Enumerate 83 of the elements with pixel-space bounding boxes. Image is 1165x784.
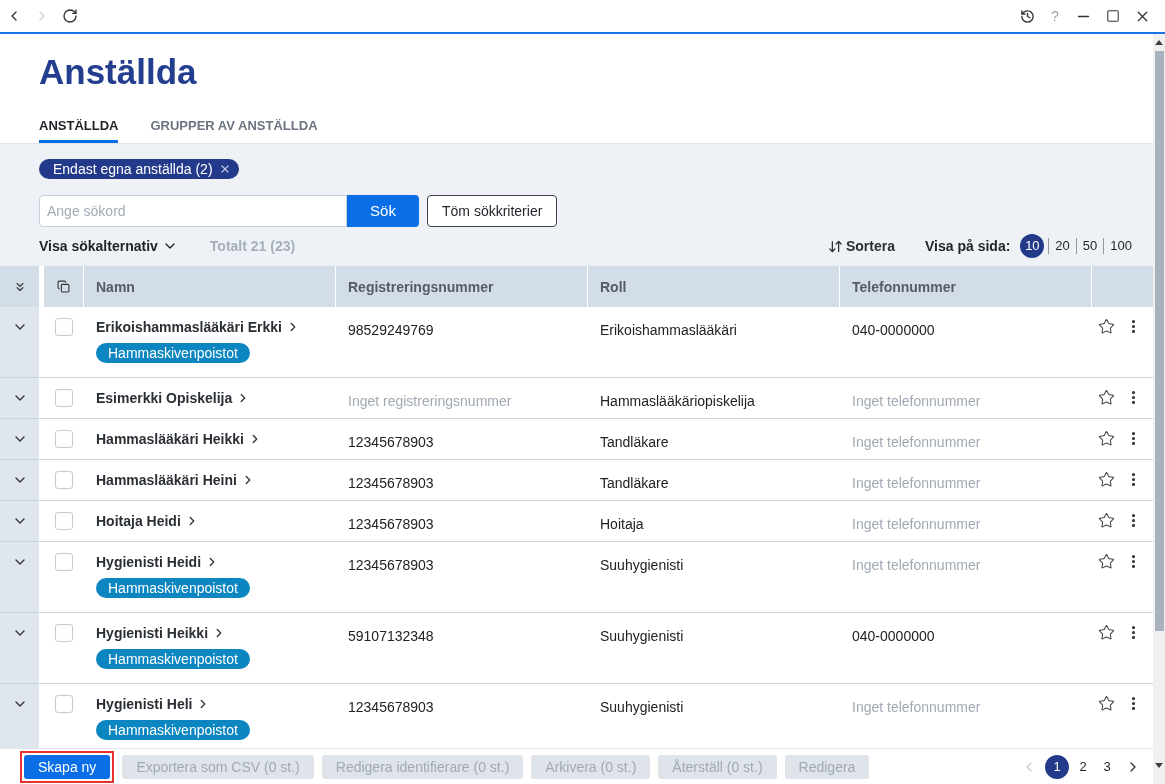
role: Hammaslääkäriopiskelija <box>600 393 755 409</box>
page-size-option[interactable]: 20 <box>1049 234 1076 258</box>
employee-name-link[interactable]: Hygienisti Heidi <box>96 553 202 571</box>
role: Hoitaja <box>600 516 644 532</box>
tag: Hammaskivenpoistot <box>96 578 250 598</box>
page-number[interactable]: 1 <box>1045 754 1069 779</box>
scrollbar-thumb[interactable] <box>1154 51 1164 631</box>
scroll-down-icon[interactable] <box>1155 763 1163 768</box>
checkbox[interactable] <box>54 553 73 571</box>
tag: Hammaskivenpoistot <box>96 649 250 669</box>
checkbox[interactable] <box>54 624 73 642</box>
star-icon[interactable] <box>1098 471 1115 488</box>
employee-name-link[interactable]: Hygienisti Heli <box>96 695 193 713</box>
tag: Hammaskivenpoistot <box>96 343 250 363</box>
checkbox[interactable] <box>54 471 73 489</box>
role: Suuhygienisti <box>600 699 684 715</box>
registration-number: 12345678903 <box>348 699 434 715</box>
column-header: Namn <box>96 277 135 296</box>
role: Suuhygienisti <box>600 557 684 573</box>
role: Suuhygienisti <box>600 628 684 644</box>
registration-number: 12345678903 <box>348 475 434 491</box>
page-size-option[interactable]: 50 <box>1076 234 1104 258</box>
history-icon[interactable] <box>1020 8 1035 24</box>
employee-name-link[interactable]: Esimerkki Opiskelija <box>96 389 233 407</box>
phone-number: Inget telefonnummer <box>852 557 981 573</box>
maximize-icon[interactable] <box>1106 9 1120 23</box>
search-field[interactable]: Ange sökord <box>39 195 347 227</box>
registration-number: 12345678903 <box>348 516 434 532</box>
page-size-label: Visa på sida: <box>925 237 1011 255</box>
page-number[interactable]: 2 <box>1073 754 1093 779</box>
scroll-up-icon[interactable] <box>1155 40 1163 45</box>
scrollbar[interactable] <box>1153 34 1165 784</box>
star-icon[interactable] <box>1098 695 1115 712</box>
phone-number: Inget telefonnummer <box>852 475 981 491</box>
role: Tandläkare <box>600 475 669 491</box>
role: Tandläkare <box>600 434 669 450</box>
tag: Hammaskivenpoistot <box>96 720 250 740</box>
checkbox[interactable] <box>54 512 73 530</box>
copy-icon[interactable] <box>57 280 70 293</box>
reload-icon[interactable] <box>62 8 78 24</box>
clear-criteria-button[interactable]: Töm sökkriterier <box>427 195 558 227</box>
checkbox[interactable] <box>54 430 73 448</box>
star-icon[interactable] <box>1098 512 1115 529</box>
checkbox[interactable] <box>54 695 73 713</box>
column-header: Telefonnummer <box>852 277 956 296</box>
column-header: Roll <box>600 277 627 296</box>
page-number[interactable]: 3 <box>1097 754 1117 779</box>
star-icon[interactable] <box>1098 624 1115 641</box>
search-options-toggle[interactable]: Visa sökalternativ <box>39 237 178 255</box>
checkbox[interactable] <box>54 389 73 407</box>
sort-button[interactable]: Sortera <box>828 237 895 255</box>
total-count: Totalt 21 (23) <box>209 237 296 255</box>
employee-name-link[interactable]: Hygienisti Heikki <box>96 624 209 642</box>
star-icon[interactable] <box>1098 318 1115 335</box>
filter-chip-label: Endast egna anställda (2) <box>53 160 213 178</box>
employee-name-link[interactable]: Hoitaja Heidi <box>96 512 181 530</box>
employee-name-link[interactable]: Hammaslääkäri Heini <box>96 471 237 489</box>
phone-number: Inget telefonnummer <box>852 699 981 715</box>
column-header: Registreringsnummer <box>348 277 494 296</box>
registration-number: 12345678903 <box>348 434 434 450</box>
phone-number: 040-0000000 <box>852 322 935 338</box>
star-icon[interactable] <box>1098 430 1115 447</box>
page-title: Anställda <box>39 51 197 93</box>
phone-number: Inget telefonnummer <box>852 434 981 450</box>
role: Erikoishammaslääkäri <box>600 322 737 338</box>
page-size-option[interactable]: 10 <box>1020 234 1045 258</box>
registration-number: Inget registreringsnummer <box>348 393 512 409</box>
phone-number: Inget telefonnummer <box>852 516 981 532</box>
page-size-option[interactable]: 100 <box>1104 234 1138 258</box>
employee-name-link[interactable]: Erikoishammaslääkäri Erkki <box>96 318 282 336</box>
registration-number: 12345678903 <box>348 557 434 573</box>
search-button[interactable]: Sök <box>347 195 419 227</box>
checkbox[interactable] <box>54 318 73 336</box>
registration-number: 59107132348 <box>348 628 434 644</box>
sort-arrows-icon <box>828 238 843 254</box>
star-icon[interactable] <box>1098 389 1115 406</box>
tab[interactable]: GRUPPER AV ANSTÄLLDA <box>150 117 318 143</box>
star-icon[interactable] <box>1098 553 1115 570</box>
phone-number: Inget telefonnummer <box>852 393 981 409</box>
create-button[interactable]: Skapa ny <box>20 750 115 783</box>
phone-number: 040-0000000 <box>852 628 935 644</box>
registration-number: 98529249769 <box>348 322 434 338</box>
employee-name-link[interactable]: Hammaslääkäri Heikki <box>96 430 244 448</box>
